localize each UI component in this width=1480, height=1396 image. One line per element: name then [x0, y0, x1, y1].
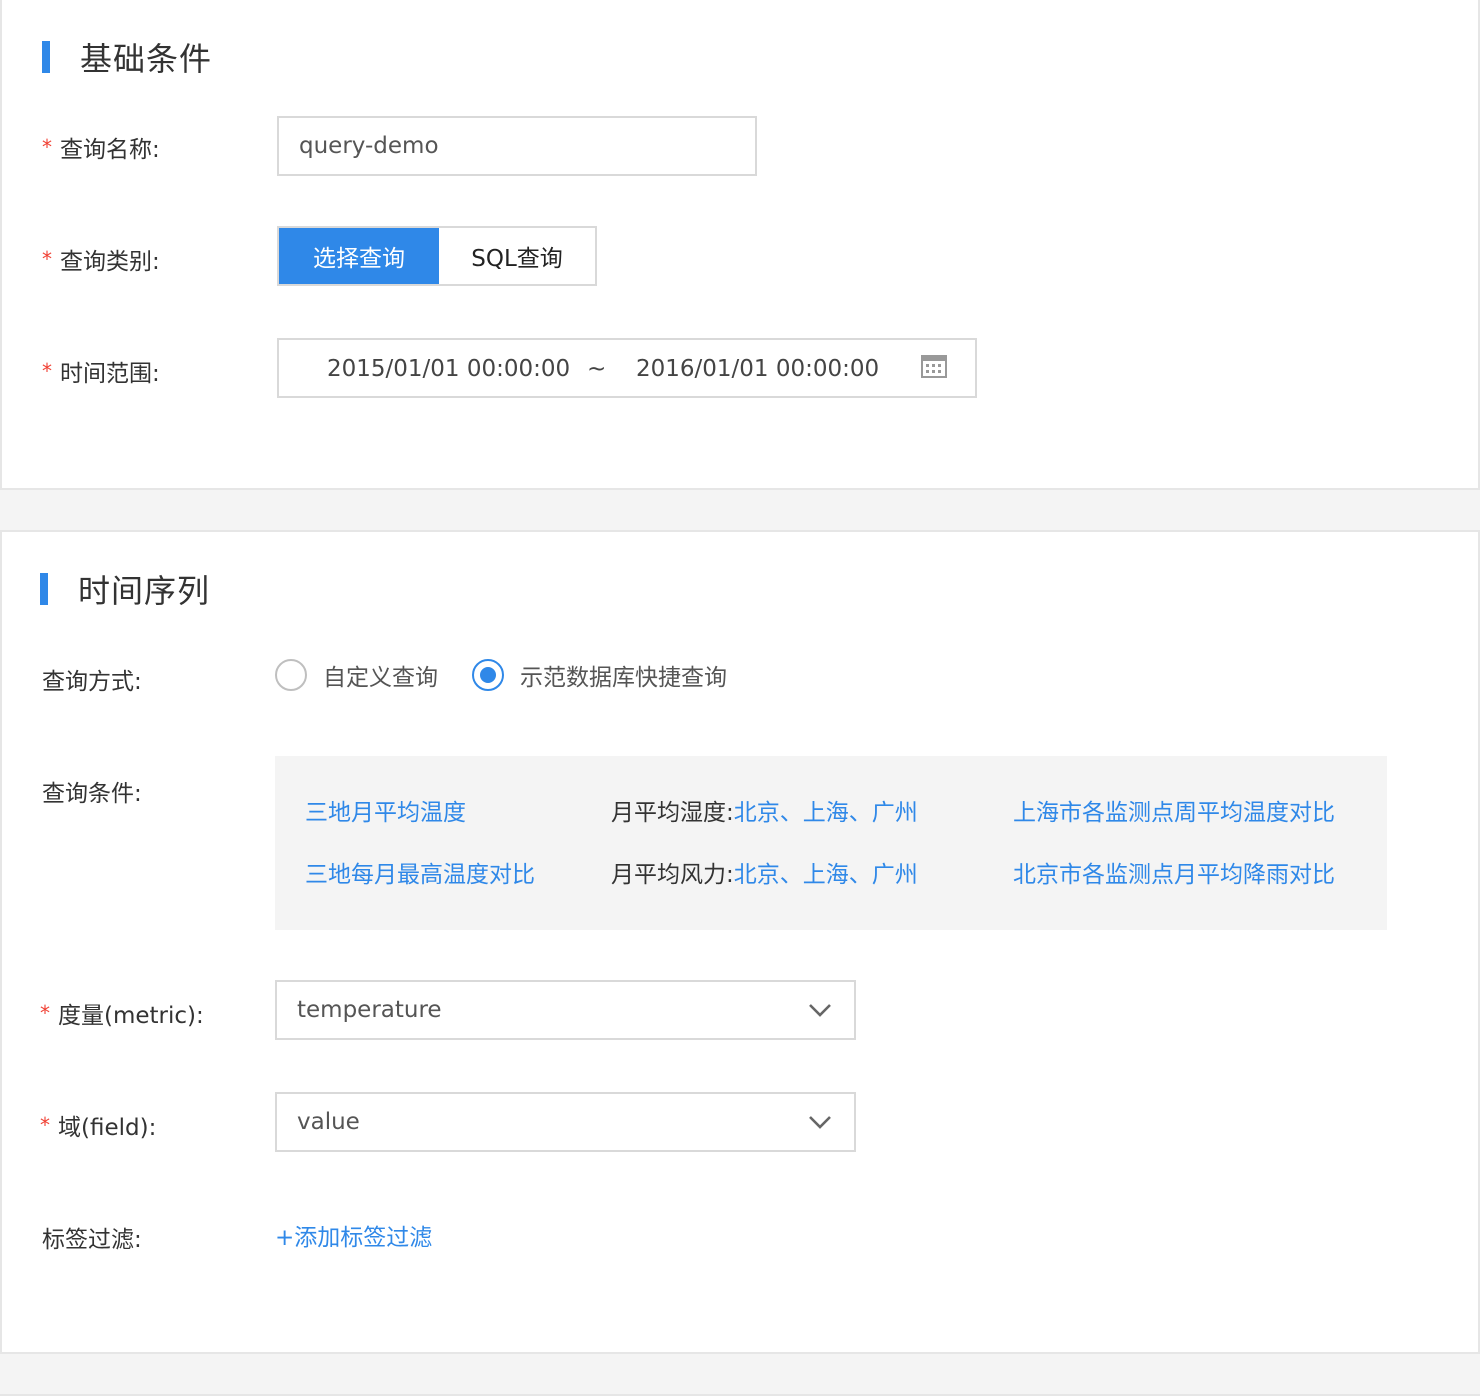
required-mark: * [42, 247, 52, 271]
section-title-text: 基础条件 [80, 40, 213, 78]
calendar-icon[interactable] [921, 353, 947, 379]
field-select[interactable]: value [275, 1092, 856, 1152]
metric-select[interactable]: temperature [275, 980, 856, 1040]
field-select-value: value [297, 1109, 360, 1135]
condition-link[interactable]: 北京市各监测点月平均降雨对比 [1013, 855, 1335, 889]
required-mark: * [40, 1001, 50, 1025]
required-mark: * [42, 359, 52, 383]
required-mark: * [40, 1113, 50, 1137]
metric-select-value: temperature [297, 997, 442, 1023]
query-type-select-option[interactable]: 选择查询 [279, 228, 439, 284]
radio-custom-query-label[interactable]: 自定义查询 [323, 658, 438, 692]
query-type-sql-option[interactable]: SQL查询 [439, 228, 595, 284]
time-range-label: * 时间范围: [42, 359, 160, 387]
query-name-label: * 查询名称: [42, 135, 160, 163]
metric-label: * 度量(metric): [40, 1001, 204, 1029]
condition-link[interactable]: 北京、上海、广州 [734, 800, 918, 826]
section-title-basic: 基础条件 [42, 40, 212, 78]
query-mode-radio-group: 自定义查询 示范数据库快捷查询 [275, 658, 727, 692]
time-range-picker[interactable]: 2015/01/01 00:00:00 ~ 2016/01/01 00:00:0… [277, 338, 977, 398]
field-label: * 域(field): [40, 1113, 157, 1141]
time-range-end[interactable]: 2016/01/01 00:00:00 [636, 356, 879, 382]
basic-conditions-panel: 基础条件 * 查询名称: query-demo * 查询类别: 选择查询 SQL查询… [0, 0, 1480, 490]
section-accent-bar [42, 41, 50, 73]
condition-link[interactable]: 三地月平均温度 [305, 793, 466, 827]
condition-link[interactable]: 上海市各监测点周平均温度对比 [1013, 793, 1335, 827]
query-conditions-label: 查询条件: [42, 781, 142, 807]
section-accent-bar [40, 573, 48, 605]
time-series-panel [0, 530, 1480, 1354]
radio-demo-db-query-label[interactable]: 示范数据库快捷查询 [520, 658, 727, 692]
add-tag-filter-link[interactable]: +添加标签过滤 [275, 1218, 432, 1252]
tag-filter-label: 标签过滤: [42, 1227, 142, 1253]
required-mark: * [42, 135, 52, 159]
time-range-separator: ~ [587, 356, 607, 382]
query-type-label: * 查询类别: [42, 247, 160, 275]
query-mode-label: 查询方式: [42, 669, 142, 695]
section-title-timeseries: 时间序列 [40, 572, 210, 610]
chevron-down-icon [809, 1004, 831, 1017]
radio-custom-query[interactable] [275, 659, 307, 691]
condition-item: 月平均风力:北京、上海、广州 [611, 862, 918, 888]
time-range-start[interactable]: 2015/01/01 00:00:00 [327, 356, 570, 382]
query-conditions-box: 三地月平均温度 月平均湿度:北京、上海、广州 上海市各监测点周平均温度对比 三地… [275, 756, 1387, 930]
query-type-toggle: 选择查询 SQL查询 [277, 226, 597, 286]
query-name-input[interactable]: query-demo [277, 116, 757, 176]
condition-link[interactable]: 三地每月最高温度对比 [305, 855, 535, 889]
radio-demo-db-query[interactable] [472, 659, 504, 691]
condition-link[interactable]: 北京、上海、广州 [734, 862, 918, 888]
section-title-text: 时间序列 [78, 572, 211, 610]
condition-item: 月平均湿度:北京、上海、广州 [611, 800, 918, 826]
chevron-down-icon [809, 1116, 831, 1129]
